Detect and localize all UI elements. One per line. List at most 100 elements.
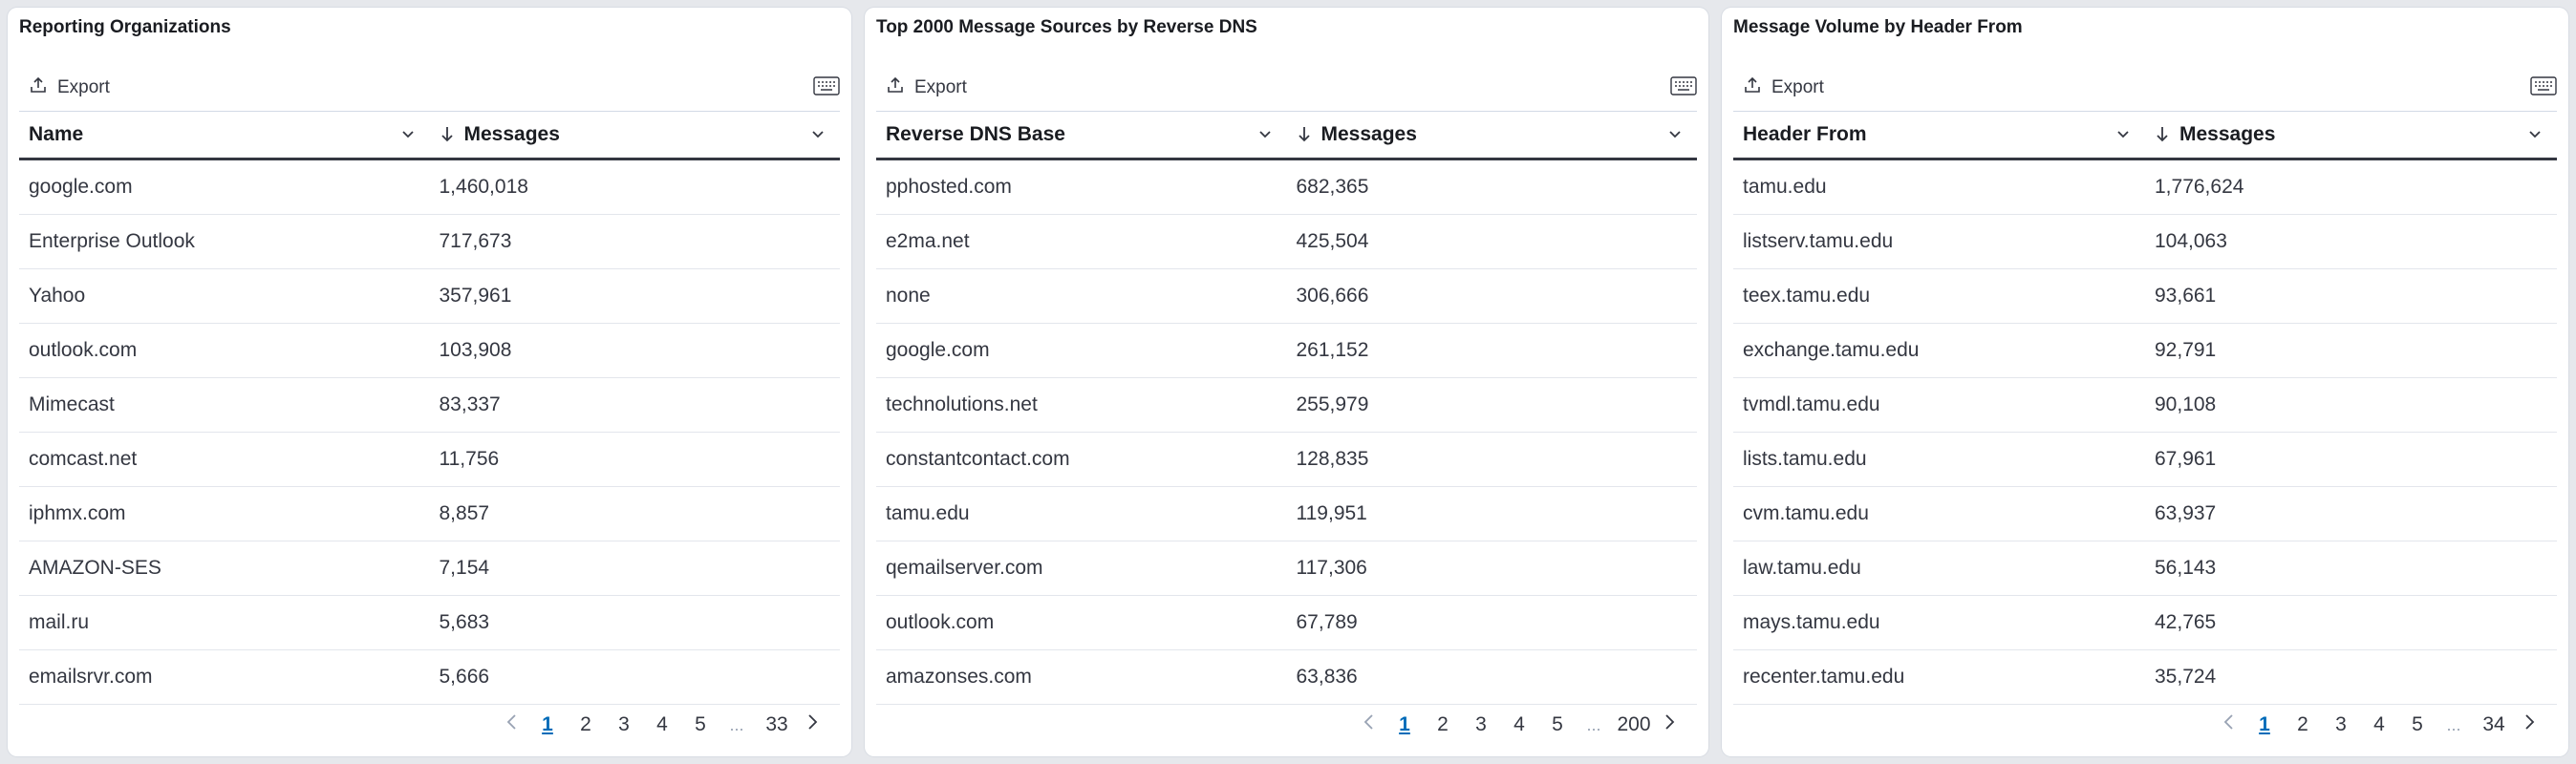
page-number[interactable]: 3 [2322,713,2360,736]
page-number[interactable]: 5 [1538,713,1577,736]
table-row[interactable]: lists.tamu.edu 67,961 [1733,432,2557,487]
table-row[interactable]: constantcontact.com 128,835 [876,432,1697,487]
page-number-last[interactable]: 200 [1615,713,1653,736]
table-row[interactable]: exchange.tamu.edu 92,791 [1733,323,2557,378]
table-row[interactable]: Mimecast 83,337 [19,377,840,433]
chevron-down-icon[interactable] [2526,125,2544,142]
page-number[interactable]: 2 [567,713,605,736]
table-row[interactable]: Yahoo 357,961 [19,268,840,324]
table-row[interactable]: comcast.net 11,756 [19,432,840,487]
cell-name: law.tamu.edu [1733,541,2145,596]
column-header-messages[interactable]: Messages [1286,111,1697,160]
chevron-left-icon [1363,712,1376,737]
table-row[interactable]: iphmx.com 8,857 [19,486,840,541]
table-row[interactable]: teex.tamu.edu 93,661 [1733,268,2557,324]
cell-name: technolutions.net [876,377,1287,433]
cell-name: none [876,268,1287,324]
table-row[interactable]: google.com 1,460,018 [19,159,840,215]
table-row[interactable]: amazonses.com 63,836 [876,649,1697,705]
cell-messages: 261,152 [1286,323,1697,378]
table-row[interactable]: listserv.tamu.edu 104,063 [1733,214,2557,269]
table-row[interactable]: mail.ru 5,683 [19,595,840,650]
next-page-button[interactable] [796,713,828,736]
page-number[interactable]: 4 [643,713,681,736]
chevron-down-icon[interactable] [1666,125,1684,142]
table-row[interactable]: technolutions.net 255,979 [876,377,1697,433]
table-row[interactable]: Enterprise Outlook 717,673 [19,214,840,269]
cell-messages: 56,143 [2145,541,2557,596]
sort-down-arrow-icon [440,127,453,142]
column-header-reverse-dns-base[interactable]: Reverse DNS Base [876,111,1287,160]
next-page-button[interactable] [1653,713,1685,736]
pagination-ellipsis: ... [1586,714,1601,734]
table-row[interactable]: AMAZON-SES 7,154 [19,541,840,596]
export-button[interactable]: Export [886,73,967,103]
table-row[interactable]: none 306,666 [876,268,1697,324]
chevron-down-icon[interactable] [2114,125,2132,142]
export-button[interactable]: Export [1743,73,1824,103]
table-row[interactable]: recenter.tamu.edu 35,724 [1733,649,2557,705]
table-row[interactable]: cvm.tamu.edu 63,937 [1733,486,2557,541]
column-header-name[interactable]: Name [19,111,430,160]
page-number[interactable]: 1 [2245,713,2284,736]
cell-name: qemailserver.com [876,541,1287,596]
table-row[interactable]: tamu.edu 119,951 [876,486,1697,541]
page-number[interactable]: 5 [681,713,719,736]
table-row[interactable]: emailsrvr.com 5,666 [19,649,840,705]
cell-messages: 357,961 [429,268,840,324]
table-row[interactable]: google.com 261,152 [876,323,1697,378]
page-number[interactable]: 1 [528,713,567,736]
page-number[interactable]: 2 [1424,713,1462,736]
export-button[interactable]: Export [29,73,110,103]
page-number-last[interactable]: 33 [758,713,796,736]
cell-name: tamu.edu [876,486,1287,541]
table-row[interactable]: mays.tamu.edu 42,765 [1733,595,2557,650]
next-page-button[interactable] [2513,713,2545,736]
page-number[interactable]: 5 [2398,713,2436,736]
table-row[interactable]: qemailserver.com 117,306 [876,541,1697,596]
export-icon [886,75,905,100]
column-header-messages[interactable]: Messages [429,111,840,160]
page-number[interactable]: 4 [1500,713,1538,736]
cell-name: emailsrvr.com [19,649,430,705]
page-number[interactable]: 1 [1385,713,1424,736]
prev-page-button[interactable] [1353,713,1385,736]
page-number[interactable]: 2 [2284,713,2322,736]
table-row[interactable]: outlook.com 67,789 [876,595,1697,650]
cell-name: Mimecast [19,377,430,433]
table-row[interactable]: tamu.edu 1,776,624 [1733,159,2557,215]
export-icon [29,75,48,100]
chevron-right-icon [805,712,819,737]
chevron-down-icon[interactable] [809,125,826,142]
pagination: 1 2 3 4 5... 200 [1353,711,1685,739]
sort-down-arrow-icon [2157,127,2168,142]
page-number[interactable]: 3 [1462,713,1500,736]
page-number[interactable]: 3 [605,713,643,736]
keyboard-shortcuts-button[interactable] [813,75,840,96]
data-table: Name Messages google.com 1,460,018 Enterpr… [19,111,840,705]
cell-name: outlook.com [19,323,430,378]
cell-name: AMAZON-SES [19,541,430,596]
column-header-header-from[interactable]: Header From [1733,111,2145,160]
cell-name: recenter.tamu.edu [1733,649,2145,705]
cell-messages: 1,776,624 [2145,159,2557,215]
cell-messages: 306,666 [1286,268,1697,324]
data-table: Header From Messages tamu.edu 1,776,624 li… [1733,111,2557,705]
chevron-down-icon[interactable] [399,125,417,142]
table-row[interactable]: law.tamu.edu 56,143 [1733,541,2557,596]
pagination-ellipsis: ... [729,714,744,734]
cell-name: exchange.tamu.edu [1733,323,2145,378]
keyboard-shortcuts-button[interactable] [2530,75,2557,96]
prev-page-button[interactable] [2213,713,2245,736]
table-row[interactable]: outlook.com 103,908 [19,323,840,378]
table-row[interactable]: tvmdl.tamu.edu 90,108 [1733,377,2557,433]
keyboard-shortcuts-button[interactable] [1670,75,1697,96]
prev-page-button[interactable] [496,713,528,736]
page-number-last[interactable]: 34 [2475,713,2513,736]
table-row[interactable]: pphosted.com 682,365 [876,159,1697,215]
table-row[interactable]: e2ma.net 425,504 [876,214,1697,269]
cell-name: tvmdl.tamu.edu [1733,377,2145,433]
page-number[interactable]: 4 [2360,713,2398,736]
chevron-down-icon[interactable] [1256,125,1274,142]
column-header-messages[interactable]: Messages [2145,111,2557,160]
